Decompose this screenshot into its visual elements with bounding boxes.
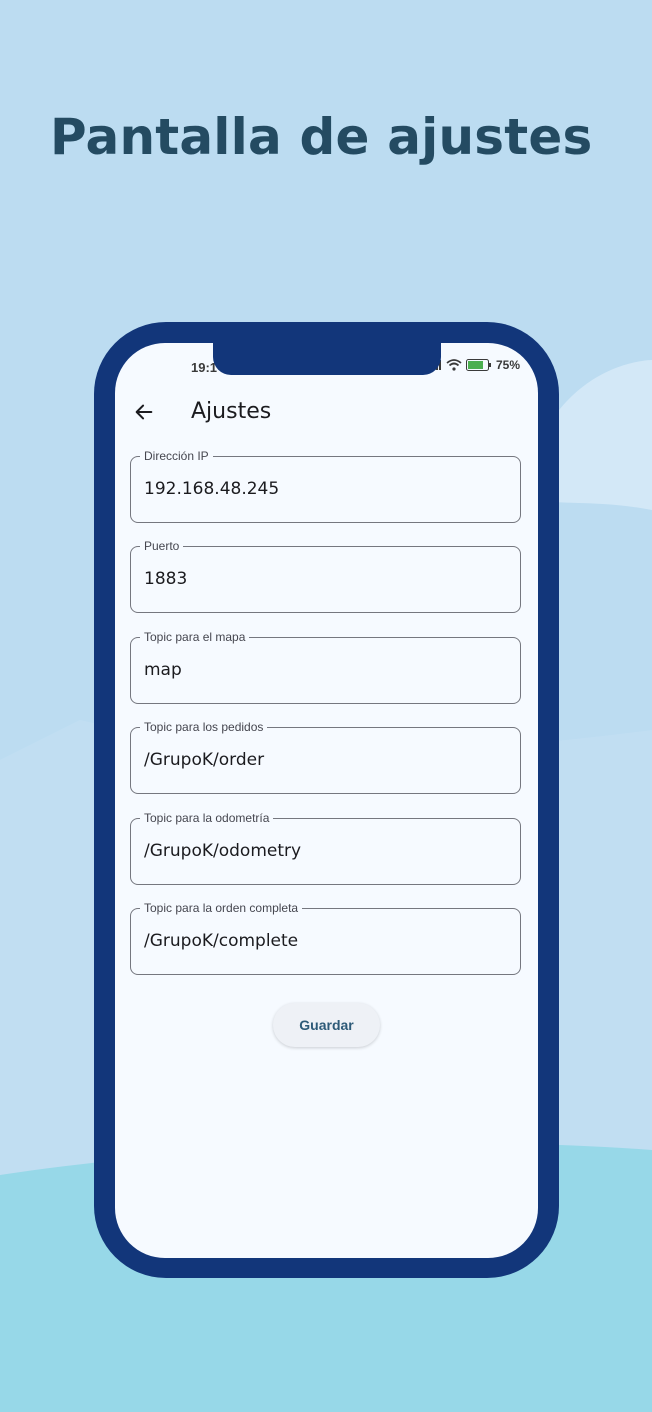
- port-field[interactable]: Puerto: [130, 538, 521, 613]
- orders-topic-input[interactable]: [144, 750, 504, 770]
- map-topic-input[interactable]: [144, 660, 504, 680]
- field-label: Topic para la orden completa: [140, 900, 303, 916]
- phone-screen: 19:1 75% Ajustes Dirección IP 192.168.48…: [115, 343, 538, 1258]
- field-label: Topic para la odometría: [140, 810, 274, 826]
- wifi-icon: [446, 359, 462, 371]
- port-input[interactable]: [144, 569, 504, 589]
- phone-frame: 19:1 75% Ajustes Dirección IP 192.168.48…: [94, 322, 559, 1278]
- odometry-topic-input[interactable]: [144, 841, 504, 861]
- phone-notch: [213, 343, 441, 375]
- battery-percent: 75%: [495, 358, 520, 372]
- page-headline: Pantalla de ajustes: [50, 108, 593, 166]
- save-button[interactable]: Guardar: [273, 1003, 380, 1047]
- status-icons: 75%: [429, 358, 520, 372]
- back-button[interactable]: [129, 397, 159, 427]
- map-topic-field[interactable]: Topic para el mapa: [130, 629, 521, 704]
- complete-order-topic-field[interactable]: Topic para la orden completa: [130, 900, 521, 975]
- ip-address-field[interactable]: Dirección IP: [130, 448, 521, 523]
- field-label: Puerto: [140, 538, 184, 554]
- app-bar: Ajustes: [115, 391, 538, 431]
- field-label: Topic para el mapa: [140, 629, 250, 645]
- appbar-title: Ajustes: [191, 399, 272, 424]
- ip-address-input[interactable]: [144, 479, 504, 499]
- complete-order-topic-input[interactable]: [144, 931, 504, 951]
- odometry-topic-field[interactable]: Topic para la odometría: [130, 810, 521, 885]
- field-label: Dirección IP: [140, 448, 213, 464]
- field-label: Topic para los pedidos: [140, 719, 268, 735]
- battery-icon: [465, 359, 491, 371]
- arrow-back-icon: [135, 404, 153, 420]
- orders-topic-field[interactable]: Topic para los pedidos: [130, 719, 521, 794]
